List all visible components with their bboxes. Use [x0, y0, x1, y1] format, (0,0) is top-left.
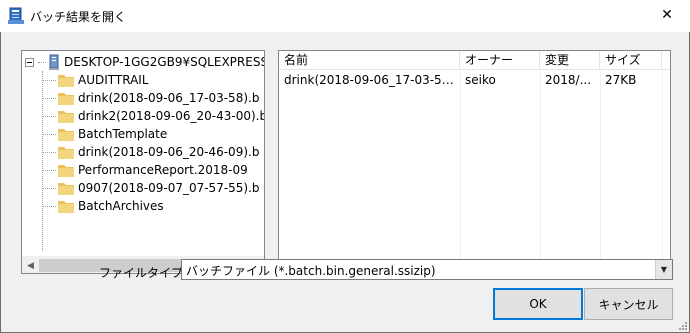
file-size-cell: 27KB	[605, 73, 637, 87]
tree-root-label: DESKTOP-1GG2GB9¥SQLEXPRESS	[64, 55, 265, 69]
folder-icon	[58, 201, 74, 213]
tree-item[interactable]: drink(2018-09-06_20-46-09).b	[42, 143, 264, 161]
tree-item-label: BatchTemplate	[78, 127, 168, 141]
tree-item[interactable]: BatchArchives	[42, 197, 264, 215]
close-button[interactable]: ✕	[644, 0, 690, 30]
column-divider	[460, 70, 461, 273]
chevron-down-icon[interactable]: ▼	[655, 260, 672, 279]
title-bar: バッチ結果を開く ✕	[0, 0, 690, 32]
column-divider	[662, 70, 663, 273]
tree-item[interactable]: 0907(2018-09-07_07-57-55).b	[42, 179, 264, 197]
column-header-size[interactable]: サイズ	[600, 51, 662, 70]
column-header-name[interactable]: 名前	[279, 51, 460, 70]
tree-item[interactable]: drink(2018-09-06_17-03-58).b	[42, 89, 264, 107]
folder-icon	[58, 111, 74, 123]
file-modified-cell: 2018/...	[545, 73, 592, 87]
tree-item[interactable]: drink2(2018-09-06_20-43-00).b	[42, 107, 265, 125]
tree-item-label: drink2(2018-09-06_20-43-00).b	[78, 109, 265, 123]
tree-item[interactable]: AUDITTRAIL	[42, 71, 264, 89]
column-header-owner[interactable]: オーナー	[460, 51, 540, 70]
file-list[interactable]: 名前 オーナー 変更 サイズ drink(2018-09-06_17-03-58…	[278, 50, 671, 274]
tree-connector	[42, 79, 56, 81]
file-row[interactable]: drink(2018-09-06_17-03-58... seiko 2018/…	[279, 71, 670, 89]
database-tree[interactable]: DESKTOP-1GG2GB9¥SQLEXPRESS AUDITTRAIL dr…	[21, 50, 265, 274]
tree-root[interactable]: DESKTOP-1GG2GB9¥SQLEXPRESS	[25, 53, 265, 71]
tree-item-label: drink(2018-09-06_17-03-58).b	[78, 91, 260, 105]
folder-icon	[58, 183, 74, 195]
folder-icon	[58, 165, 74, 177]
column-header-modified[interactable]: 変更	[540, 51, 600, 70]
tree-item-label: BatchArchives	[78, 199, 164, 213]
tree-item[interactable]: PerformanceReport.2018-09	[42, 161, 264, 179]
folder-icon	[58, 147, 74, 159]
dialog-body: DESKTOP-1GG2GB9¥SQLEXPRESS AUDITTRAIL dr…	[0, 32, 690, 333]
tree-connector	[38, 61, 46, 63]
column-divider	[600, 70, 601, 273]
tree-item-label: PerformanceReport.2018-09	[78, 163, 248, 177]
close-icon: ✕	[661, 7, 673, 23]
scroll-left-icon[interactable]: ◀	[22, 257, 39, 273]
file-owner-cell: seiko	[465, 73, 496, 87]
file-type-select[interactable]: バッチファイル (*.batch.bin.general.ssizip) ▼	[181, 259, 673, 280]
folder-icon	[58, 93, 74, 105]
resize-grip-icon[interactable]	[677, 320, 687, 330]
file-list-header: 名前 オーナー 変更 サイズ	[279, 51, 670, 70]
tree-connector	[42, 205, 56, 207]
window-title: バッチ結果を開く	[30, 10, 127, 24]
tree-item[interactable]: BatchTemplate	[42, 125, 264, 143]
tree-item-label: AUDITTRAIL	[78, 73, 149, 87]
batch-document-icon	[8, 7, 24, 24]
tree-connector	[42, 97, 56, 99]
tree-item-label: 0907(2018-09-07_07-57-55).b	[78, 181, 260, 195]
tree-item-label: drink(2018-09-06_20-46-09).b	[78, 145, 260, 159]
tree-connector	[42, 169, 56, 171]
computer-server-icon	[49, 54, 59, 70]
file-type-value: バッチファイル (*.batch.bin.general.ssizip)	[186, 264, 436, 278]
file-type-label: ファイルタイプ:	[99, 266, 188, 280]
ok-button[interactable]: OK	[493, 288, 583, 320]
tree-connector	[42, 187, 56, 189]
cancel-button[interactable]: キャンセル	[584, 288, 673, 320]
file-name-cell: drink(2018-09-06_17-03-58...	[284, 73, 460, 87]
folder-icon	[58, 75, 74, 87]
tree-connector	[42, 115, 56, 117]
tree-connector	[42, 151, 56, 153]
folder-icon	[58, 129, 74, 141]
tree-connector	[42, 133, 56, 135]
column-divider	[540, 70, 541, 273]
collapse-icon[interactable]	[25, 57, 34, 67]
